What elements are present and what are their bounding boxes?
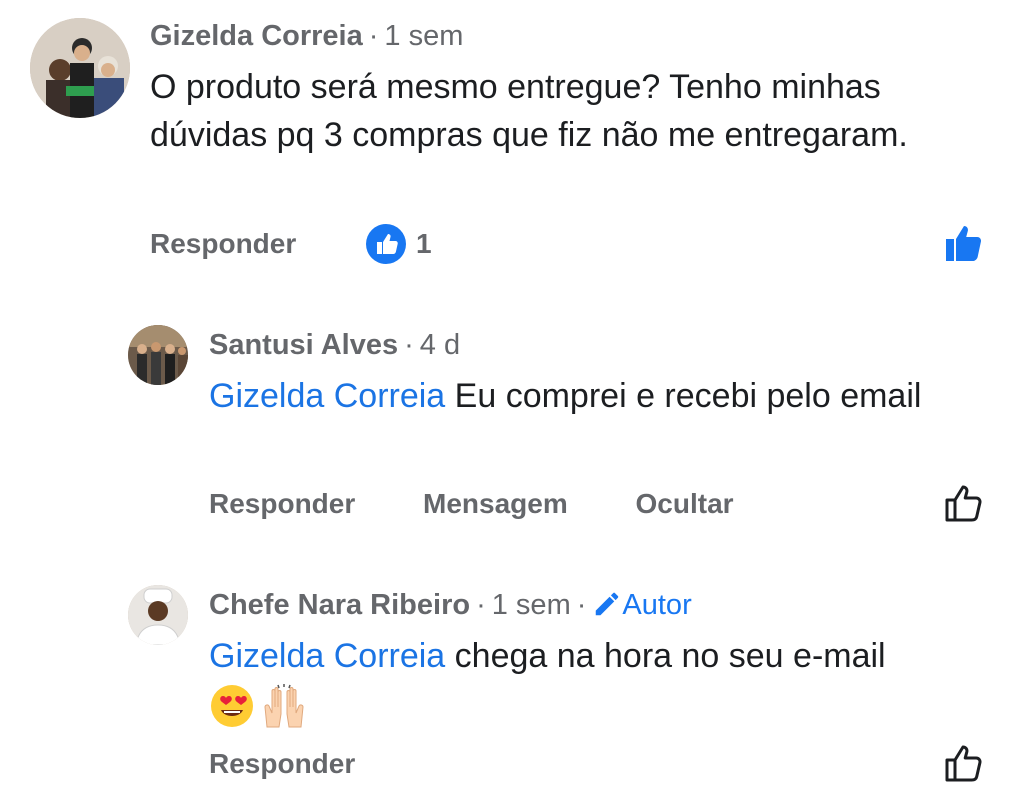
mention-link[interactable]: Gizelda Correia	[209, 637, 445, 675]
separator-dot: ·	[368, 20, 379, 52]
author-name[interactable]: Gizelda Correia	[150, 20, 363, 52]
thumbs-up-filled-icon	[946, 226, 982, 261]
separator-dot: ·	[476, 589, 486, 621]
hide-button[interactable]: Ocultar	[636, 488, 734, 520]
comment-text: Gizelda Correia chega na hora no seu e-m…	[209, 632, 999, 729]
comment-header: Chefe Nara Ribeiro · 1 sem · Autor	[209, 589, 692, 622]
avatar[interactable]	[128, 325, 188, 385]
avatar[interactable]	[30, 18, 130, 118]
thumbs-up-outline-icon	[945, 745, 982, 782]
comment-body: O produto será mesmo entregue? Tenho min…	[150, 68, 908, 154]
comment-actions: Responder	[150, 228, 296, 260]
separator-dot: ·	[576, 589, 587, 621]
author-name[interactable]: Santusi Alves	[209, 329, 398, 361]
comment-actions: Responder Mensagem Ocultar	[209, 488, 734, 520]
avatar-photo	[128, 325, 188, 385]
heart-eyes-emoji-icon	[211, 685, 253, 728]
comment-header: Santusi Alves · 4 d	[209, 329, 460, 362]
reply-button[interactable]: Responder	[150, 228, 296, 260]
separator-dot: ·	[404, 329, 414, 361]
comment-nara: Chefe Nara Ribeiro · 1 sem · Autor Gizelda C…	[0, 560, 1024, 810]
reply-button[interactable]: Responder	[209, 488, 355, 520]
timestamp[interactable]: 1 sem	[384, 20, 463, 52]
comment-body: Eu comprei e recebi pelo email	[445, 377, 922, 415]
comment-gizelda: Gizelda Correia · 1 sem O produto será mes…	[0, 0, 1024, 300]
message-button[interactable]: Mensagem	[423, 488, 568, 520]
pencil-icon	[596, 592, 619, 616]
avatar[interactable]	[128, 585, 188, 645]
mention-link[interactable]: Gizelda Correia	[209, 377, 445, 415]
like-button[interactable]	[944, 742, 986, 789]
like-reaction-icon	[366, 224, 406, 264]
author-badge-label: Autor	[622, 589, 692, 621]
reaction-summary[interactable]: 1	[366, 224, 432, 264]
comment-santusi: Santusi Alves · 4 d Gizelda Correia Eu com…	[0, 300, 1024, 560]
comment-text: Gizelda Correia Eu comprei e recebi pelo…	[209, 372, 929, 420]
like-button[interactable]	[944, 222, 986, 269]
comment-actions: Responder	[209, 748, 355, 780]
comment-body: chega na hora no seu e-mail	[445, 637, 886, 675]
author-name[interactable]: Chefe Nara Ribeiro	[209, 589, 470, 621]
avatar-photo	[128, 585, 188, 645]
timestamp[interactable]: 1 sem	[492, 589, 571, 621]
thumbs-up-outline-icon	[945, 485, 982, 522]
raised-hands-emoji-icon	[264, 684, 304, 728]
reaction-count: 1	[416, 228, 432, 259]
timestamp[interactable]: 4 d	[420, 329, 460, 361]
comment-header: Gizelda Correia · 1 sem	[150, 20, 463, 53]
comment-text: O produto será mesmo entregue? Tenho min…	[150, 63, 990, 159]
like-button[interactable]	[944, 482, 986, 529]
reply-button[interactable]: Responder	[209, 748, 355, 780]
avatar-photo	[30, 18, 130, 118]
author-badge: Autor	[592, 589, 692, 621]
